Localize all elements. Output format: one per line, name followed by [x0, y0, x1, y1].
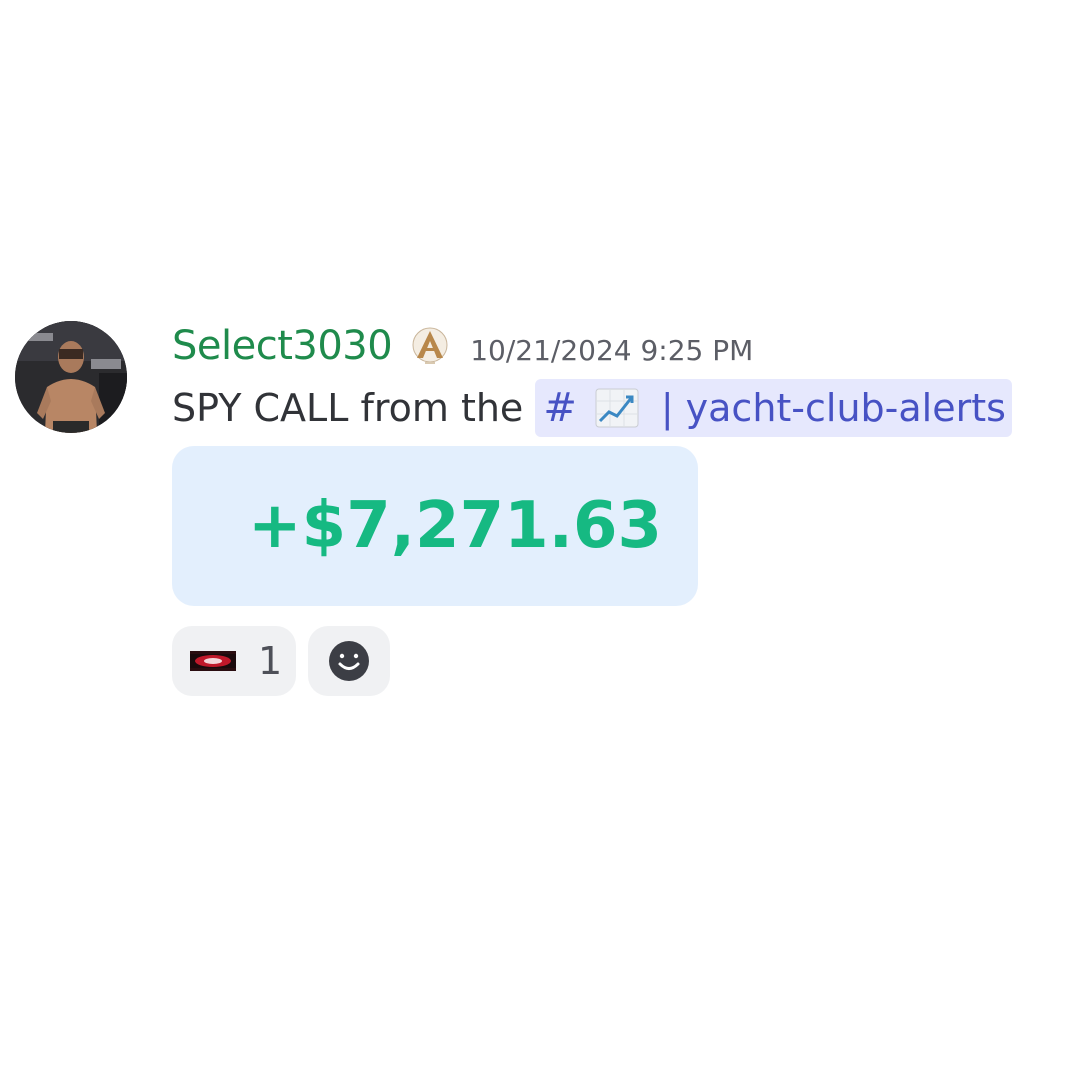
message-content: SPY CALL from the # | yacht-club-alerts	[172, 378, 1012, 438]
message-header: Select3030 10/21/2024 9:25 PM	[172, 320, 753, 372]
smiley-face-icon	[329, 641, 369, 681]
message-timestamp[interactable]: 10/21/2024 9:25 PM	[470, 334, 753, 367]
reaction-count: 1	[258, 639, 283, 683]
author-username[interactable]: Select3030	[172, 323, 393, 369]
channel-mention[interactable]: # | yacht-club-alerts	[535, 379, 1012, 437]
channel-hash-icon: #	[543, 385, 577, 431]
pnl-amount: +$7,271.63	[248, 489, 662, 563]
pnl-card: +$7,271.63	[172, 446, 698, 606]
channel-name: yacht-club-alerts	[685, 386, 1006, 430]
role-badge-icon[interactable]	[410, 326, 450, 366]
reaction-button[interactable]: 1	[172, 626, 296, 696]
channel-separator: |	[660, 386, 674, 430]
add-reaction-button[interactable]	[308, 626, 390, 696]
message-text: SPY CALL from the	[172, 386, 524, 430]
custom-red-emoji-icon	[190, 651, 236, 671]
reactions-bar: 1	[172, 626, 390, 696]
avatar-photo	[15, 321, 127, 433]
chart-increasing-icon	[595, 388, 639, 428]
user-avatar[interactable]	[15, 321, 127, 433]
chat-message: Select3030 10/21/2024 9:25 PM SPY CALL f…	[0, 0, 1080, 1080]
